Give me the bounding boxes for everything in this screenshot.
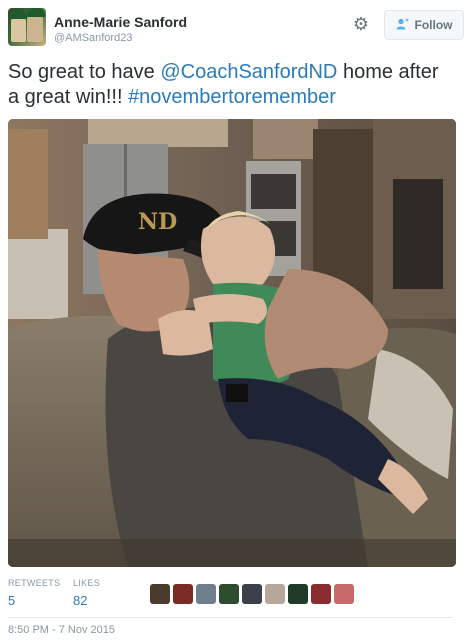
tweet-text-part: So great to have [8,61,161,83]
liker-avatar-icon[interactable] [150,584,170,604]
tweet-timestamp[interactable]: 8:50 PM - 7 Nov 2015 [8,624,115,636]
likes-count: 82 [73,593,88,608]
photo-image: ND [8,119,456,567]
gear-icon[interactable]: ⚙ [351,14,371,34]
likes-label: LIKES [73,578,101,588]
liker-avatars [150,584,354,604]
avatar-hat-right [27,8,45,17]
user-avatar[interactable] [8,8,46,46]
follow-button-label: Follow [414,18,453,32]
liker-avatar-icon[interactable] [288,584,308,604]
liker-avatar-icon[interactable] [242,584,262,604]
liker-avatar-icon[interactable] [265,584,285,604]
likes-stat[interactable]: LIKES 82 [73,578,100,608]
liker-avatar-icon[interactable] [196,584,216,604]
retweets-label: RETWEETS [8,578,61,588]
tweet-header: Anne-Marie Sanford @AMSanford23 ⚙ Follow [8,8,464,50]
retweets-count: 5 [8,593,16,608]
svg-text:ND: ND [138,209,177,235]
add-user-icon [396,18,409,33]
avatar-hat-left [10,10,27,19]
follow-button[interactable]: Follow [384,10,464,40]
divider [8,617,453,618]
tweet-stats: RETWEETS 5 LIKES 82 [8,578,453,612]
liker-avatar-icon[interactable] [334,584,354,604]
mention-link[interactable]: @CoachSanfordND [160,61,337,83]
user-handle[interactable]: @AMSanford23 [54,32,132,44]
user-display-name[interactable]: Anne-Marie Sanford [54,14,187,30]
retweets-stat[interactable]: RETWEETS 5 [8,578,60,608]
liker-avatar-icon[interactable] [219,584,239,604]
tweet-text: So great to have @CoachSanfordND home af… [8,60,453,110]
liker-avatar-icon[interactable] [173,584,193,604]
tweet-photo[interactable]: ND [8,119,456,567]
hashtag-link[interactable]: #novembertoremember [128,86,336,108]
liker-avatar-icon[interactable] [311,584,331,604]
